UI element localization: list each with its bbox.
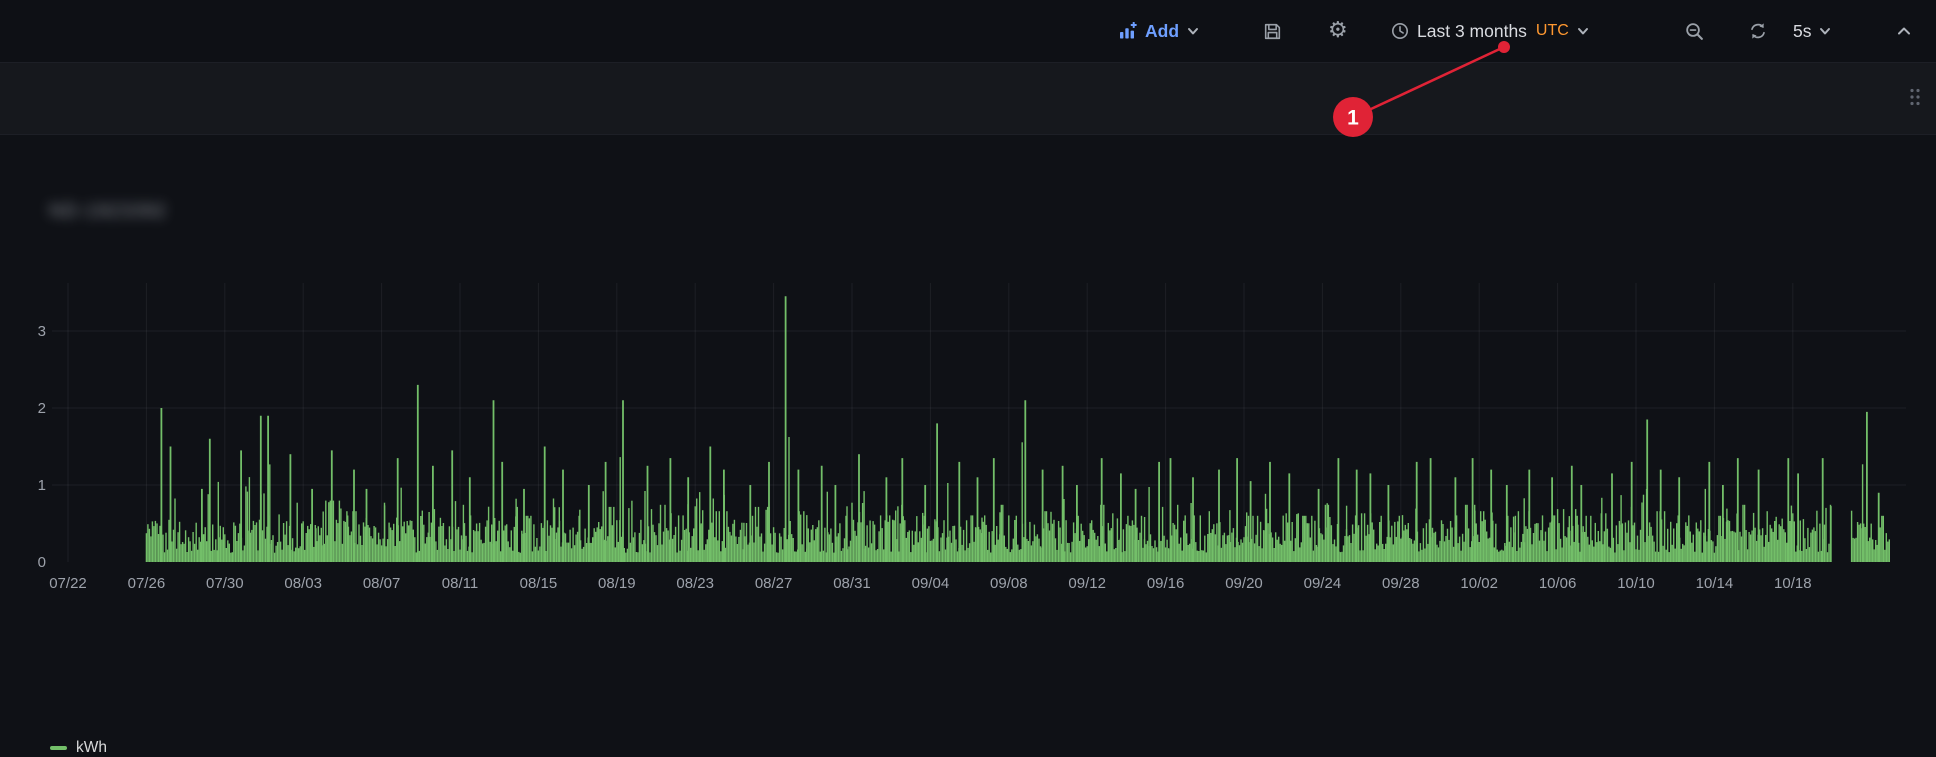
svg-text:09/04: 09/04 bbox=[912, 575, 950, 592]
dashboard-toolbar: Add ⚙ Last 3 months UTC bbox=[0, 0, 1936, 63]
svg-text:09/20: 09/20 bbox=[1225, 575, 1263, 592]
svg-text:08/07: 08/07 bbox=[363, 575, 401, 592]
svg-text:09/16: 09/16 bbox=[1147, 575, 1185, 592]
zoom-out-icon bbox=[1684, 21, 1705, 42]
svg-text:08/23: 08/23 bbox=[676, 575, 714, 592]
svg-text:09/28: 09/28 bbox=[1382, 575, 1420, 592]
time-range-label: Last 3 months bbox=[1417, 21, 1527, 42]
chevron-down-icon bbox=[1186, 24, 1200, 38]
svg-text:08/03: 08/03 bbox=[284, 575, 322, 592]
svg-text:10/10: 10/10 bbox=[1617, 575, 1655, 592]
chevron-down-icon bbox=[1576, 24, 1590, 38]
svg-text:07/26: 07/26 bbox=[128, 575, 166, 592]
svg-text:2: 2 bbox=[38, 400, 46, 417]
time-range-picker[interactable]: Last 3 months UTC bbox=[1390, 0, 1590, 62]
chevron-up-icon bbox=[1894, 21, 1914, 41]
svg-text:07/30: 07/30 bbox=[206, 575, 244, 592]
svg-text:08/31: 08/31 bbox=[833, 575, 871, 592]
save-dashboard-button[interactable] bbox=[1262, 0, 1283, 62]
legend-item-kwh[interactable]: kWh bbox=[50, 739, 107, 757]
svg-text:3: 3 bbox=[38, 323, 46, 340]
svg-text:10/02: 10/02 bbox=[1460, 575, 1498, 592]
refresh-icon bbox=[1748, 21, 1768, 41]
svg-text:10/18: 10/18 bbox=[1774, 575, 1812, 592]
panel-header-row bbox=[0, 63, 1936, 135]
svg-text:10/14: 10/14 bbox=[1696, 575, 1734, 592]
add-button-label: Add bbox=[1145, 21, 1179, 42]
gear-icon: ⚙ bbox=[1328, 20, 1348, 42]
refresh-interval-dropdown[interactable]: 5s bbox=[1793, 0, 1832, 62]
legend-series-label: kWh bbox=[76, 739, 107, 757]
zoom-out-button[interactable] bbox=[1684, 0, 1705, 62]
svg-text:07/22: 07/22 bbox=[49, 575, 87, 592]
svg-text:0: 0 bbox=[38, 554, 46, 571]
dashboard-settings-button[interactable]: ⚙ bbox=[1328, 0, 1348, 62]
svg-text:09/12: 09/12 bbox=[1068, 575, 1106, 592]
timezone-label: UTC bbox=[1536, 22, 1569, 40]
svg-text:1: 1 bbox=[38, 477, 46, 494]
refresh-interval-label: 5s bbox=[1793, 21, 1811, 42]
svg-text:08/19: 08/19 bbox=[598, 575, 636, 592]
svg-text:08/15: 08/15 bbox=[520, 575, 558, 592]
svg-text:10/06: 10/06 bbox=[1539, 575, 1577, 592]
clock-icon bbox=[1390, 21, 1410, 41]
chevron-down-icon bbox=[1818, 24, 1832, 38]
svg-text:09/08: 09/08 bbox=[990, 575, 1028, 592]
add-button[interactable]: Add bbox=[1118, 0, 1200, 62]
bar-chart-add-icon bbox=[1118, 21, 1138, 41]
refresh-button[interactable] bbox=[1748, 0, 1768, 62]
save-icon bbox=[1262, 21, 1283, 42]
svg-text:09/24: 09/24 bbox=[1304, 575, 1342, 592]
svg-text:08/11: 08/11 bbox=[442, 575, 478, 592]
drag-dots-icon bbox=[1908, 87, 1922, 108]
legend-series-swatch bbox=[50, 746, 67, 750]
panel-drag-handle[interactable] bbox=[1908, 87, 1922, 113]
svg-text:08/27: 08/27 bbox=[755, 575, 793, 592]
collapse-controls-button[interactable] bbox=[1894, 0, 1914, 62]
